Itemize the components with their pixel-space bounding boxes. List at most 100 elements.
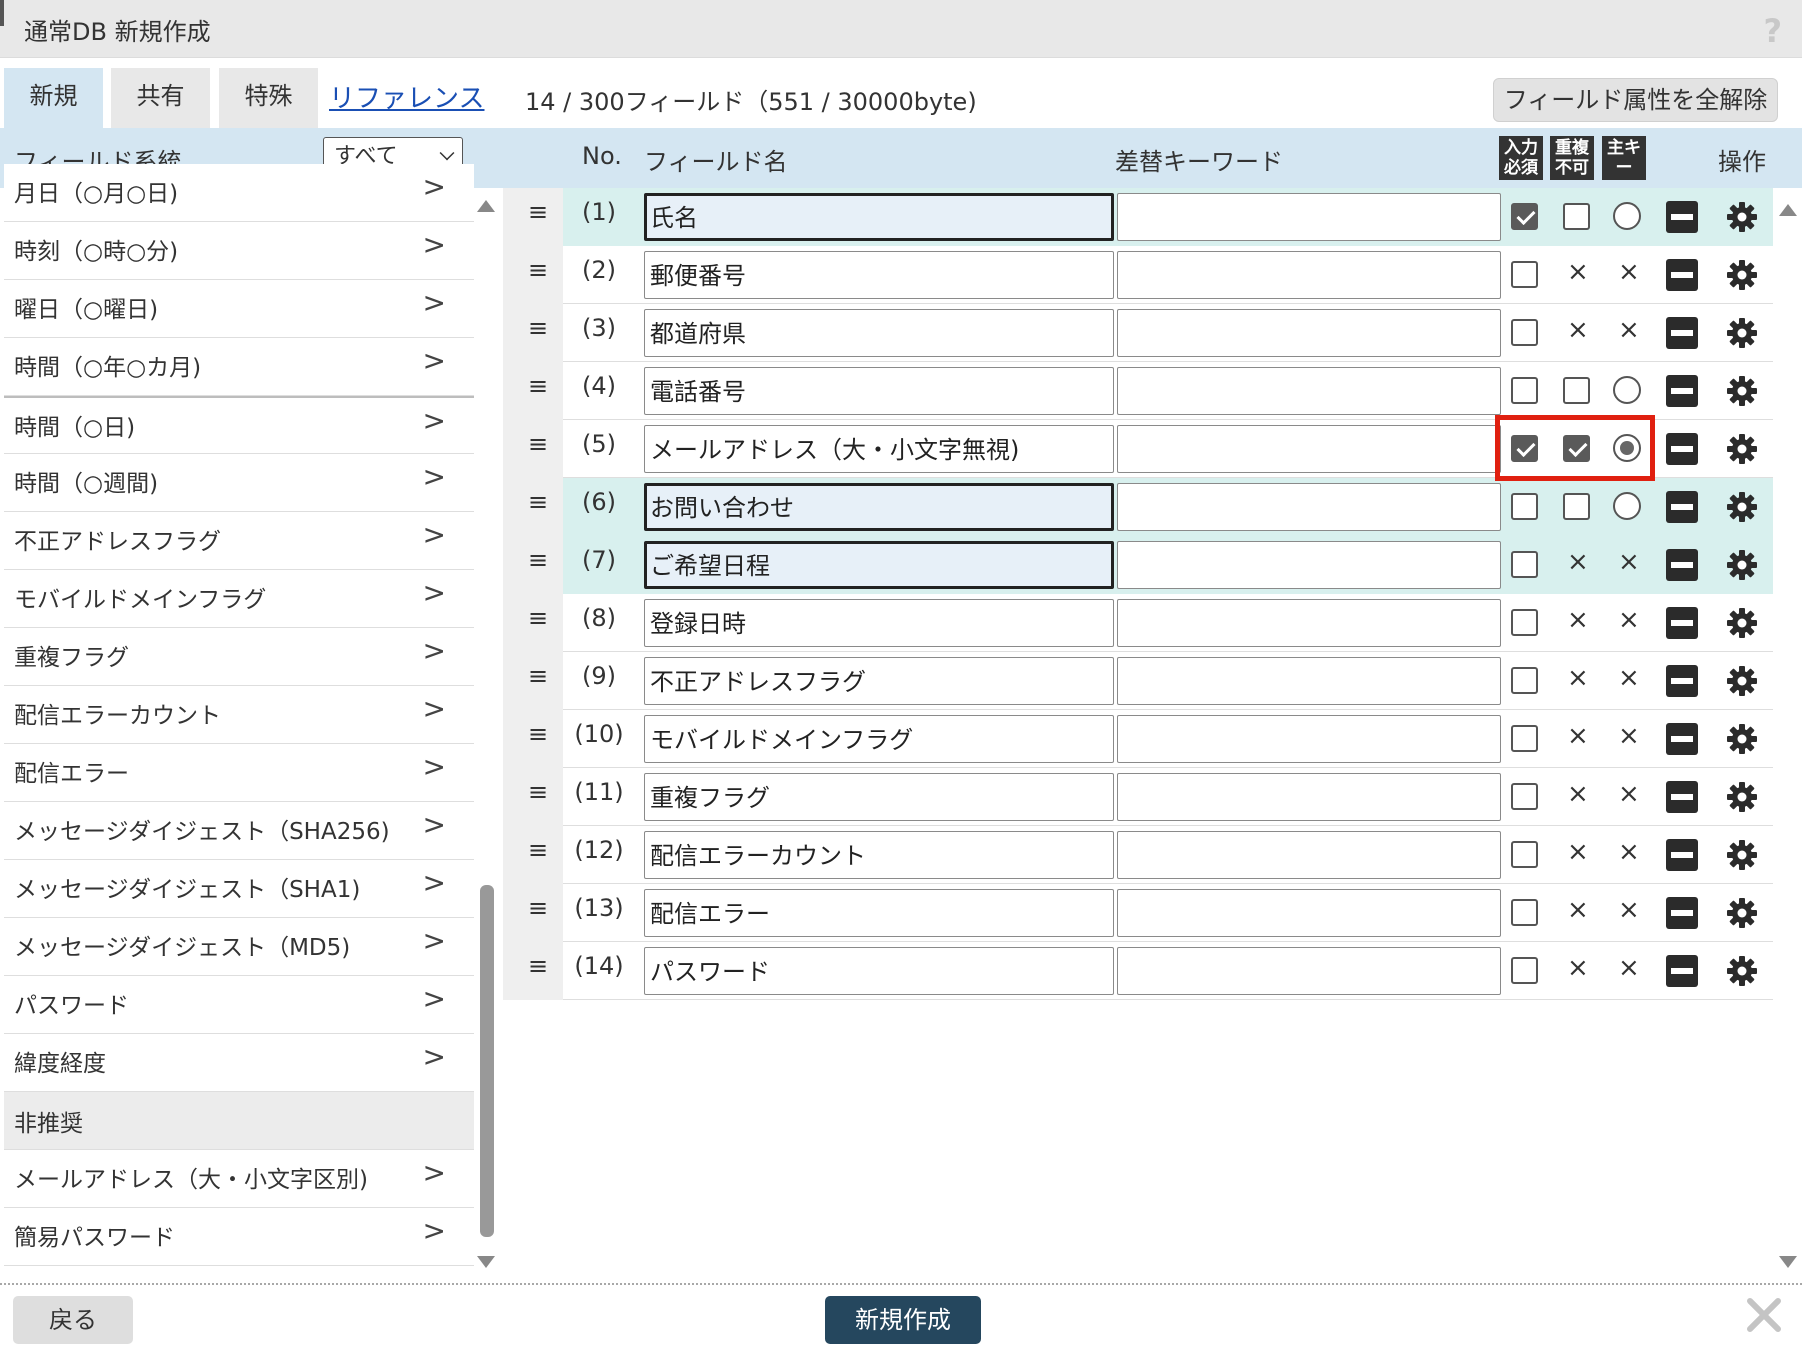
gear-icon[interactable] xyxy=(1726,317,1758,349)
minus-icon[interactable] xyxy=(1666,201,1698,233)
gear-icon[interactable] xyxy=(1726,607,1758,639)
drag-handle-icon[interactable]: ≡ xyxy=(528,604,548,632)
primary-key-radio[interactable] xyxy=(1613,202,1641,230)
minus-icon[interactable] xyxy=(1666,317,1698,349)
keyword-input[interactable] xyxy=(1117,483,1501,531)
drag-handle-cell[interactable]: ≡ xyxy=(503,594,563,652)
minus-icon[interactable] xyxy=(1666,549,1698,581)
tab-new[interactable]: 新規 xyxy=(4,68,103,128)
minus-icon[interactable] xyxy=(1666,375,1698,407)
gear-icon[interactable] xyxy=(1726,491,1758,523)
keyword-input[interactable] xyxy=(1117,251,1501,299)
drag-handle-cell[interactable]: ≡ xyxy=(503,826,563,884)
minus-icon[interactable] xyxy=(1666,897,1698,929)
category-item[interactable]: 重複フラグ > xyxy=(4,628,474,686)
gear-icon[interactable] xyxy=(1726,665,1758,697)
category-item[interactable]: メッセージダイジェスト（MD5) > xyxy=(4,918,474,976)
drag-handle-cell[interactable]: ≡ xyxy=(503,768,563,826)
drag-handle-cell[interactable]: ≡ xyxy=(503,188,563,246)
drag-handle-cell[interactable]: ≡ xyxy=(503,884,563,942)
scroll-down-icon[interactable] xyxy=(477,1256,495,1268)
scroll-up-icon[interactable] xyxy=(477,200,495,212)
required-checkbox[interactable] xyxy=(1511,667,1538,694)
drag-handle-cell[interactable]: ≡ xyxy=(503,420,563,478)
category-item[interactable]: 不正アドレスフラグ > xyxy=(4,512,474,570)
gear-icon[interactable] xyxy=(1726,839,1758,871)
minus-icon[interactable] xyxy=(1666,433,1698,465)
minus-icon[interactable] xyxy=(1666,723,1698,755)
category-item[interactable]: 配信エラー > xyxy=(4,744,474,802)
keyword-input[interactable] xyxy=(1117,831,1501,879)
drag-handle-icon[interactable]: ≡ xyxy=(528,372,548,400)
drag-handle-icon[interactable]: ≡ xyxy=(528,256,548,284)
back-button[interactable]: 戻る xyxy=(13,1296,133,1344)
drag-handle-cell[interactable]: ≡ xyxy=(503,942,563,1000)
gear-icon[interactable] xyxy=(1726,549,1758,581)
minus-icon[interactable] xyxy=(1666,491,1698,523)
gear-icon[interactable] xyxy=(1726,955,1758,987)
category-item[interactable]: 時間（○年○カ月) > xyxy=(4,338,474,396)
category-item[interactable]: 曜日（○曜日) > xyxy=(4,280,474,338)
gear-icon[interactable] xyxy=(1726,375,1758,407)
minus-icon[interactable] xyxy=(1666,839,1698,871)
category-item[interactable]: 簡易パスワード > xyxy=(4,1208,474,1266)
keyword-input[interactable] xyxy=(1117,715,1501,763)
required-checkbox[interactable] xyxy=(1511,841,1538,868)
drag-handle-icon[interactable]: ≡ xyxy=(528,894,548,922)
keyword-input[interactable] xyxy=(1117,657,1501,705)
table-scroll-down-icon[interactable] xyxy=(1779,1256,1797,1268)
field-name-input[interactable] xyxy=(644,193,1114,241)
primary-key-radio[interactable] xyxy=(1613,376,1641,404)
drag-handle-cell[interactable]: ≡ xyxy=(503,478,563,536)
minus-icon[interactable] xyxy=(1666,665,1698,697)
gear-icon[interactable] xyxy=(1726,259,1758,291)
required-checkbox[interactable] xyxy=(1511,493,1538,520)
create-button[interactable]: 新規作成 xyxy=(825,1296,981,1344)
required-checkbox[interactable] xyxy=(1511,319,1538,346)
category-item[interactable]: パスワード > xyxy=(4,976,474,1034)
category-list-scrollbar[interactable] xyxy=(480,885,494,1237)
required-checkbox[interactable] xyxy=(1511,899,1538,926)
table-scroll-up-icon[interactable] xyxy=(1779,204,1797,216)
category-item[interactable]: メッセージダイジェスト（SHA256) > xyxy=(4,802,474,860)
minus-icon[interactable] xyxy=(1666,781,1698,813)
drag-handle-cell[interactable]: ≡ xyxy=(503,652,563,710)
keyword-input[interactable] xyxy=(1117,425,1501,473)
keyword-input[interactable] xyxy=(1117,599,1501,647)
help-icon[interactable]: ? xyxy=(1763,12,1782,50)
drag-handle-cell[interactable]: ≡ xyxy=(503,536,563,594)
category-item[interactable]: 緯度経度 > xyxy=(4,1034,474,1092)
required-checkbox[interactable] xyxy=(1511,783,1538,810)
required-checkbox[interactable] xyxy=(1511,261,1538,288)
gear-icon[interactable] xyxy=(1726,433,1758,465)
minus-icon[interactable] xyxy=(1666,259,1698,291)
unique-checkbox[interactable] xyxy=(1563,493,1590,520)
category-item[interactable]: 月日（○月○日) > xyxy=(4,164,474,222)
keyword-input[interactable] xyxy=(1117,889,1501,937)
drag-handle-icon[interactable]: ≡ xyxy=(528,778,548,806)
category-item[interactable]: モバイルドメインフラグ > xyxy=(4,570,474,628)
category-item[interactable]: 時間（○週間) > xyxy=(4,454,474,512)
unique-checkbox[interactable] xyxy=(1563,377,1590,404)
minus-icon[interactable] xyxy=(1666,607,1698,639)
tab-shared[interactable]: 共有 xyxy=(111,68,210,128)
unique-checkbox[interactable] xyxy=(1563,203,1590,230)
required-checkbox[interactable] xyxy=(1511,609,1538,636)
required-checkbox[interactable] xyxy=(1511,725,1538,752)
reference-link[interactable]: リファレンス xyxy=(329,78,484,115)
drag-handle-icon[interactable]: ≡ xyxy=(528,720,548,748)
required-checkbox[interactable] xyxy=(1511,377,1538,404)
drag-handle-icon[interactable]: ≡ xyxy=(528,430,548,458)
required-checkbox[interactable] xyxy=(1511,957,1538,984)
keyword-input[interactable] xyxy=(1117,541,1501,589)
drag-handle-icon[interactable]: ≡ xyxy=(528,488,548,516)
keyword-input[interactable] xyxy=(1117,773,1501,821)
category-item[interactable]: メールアドレス（大・小文字区別) > xyxy=(4,1150,474,1208)
close-icon[interactable] xyxy=(1745,1296,1783,1334)
tab-special[interactable]: 特殊 xyxy=(219,68,318,128)
drag-handle-cell[interactable]: ≡ xyxy=(503,304,563,362)
category-item[interactable]: 時間（○日) > xyxy=(4,396,474,454)
drag-handle-icon[interactable]: ≡ xyxy=(528,546,548,574)
drag-handle-cell[interactable]: ≡ xyxy=(503,246,563,304)
primary-key-radio[interactable] xyxy=(1613,492,1641,520)
